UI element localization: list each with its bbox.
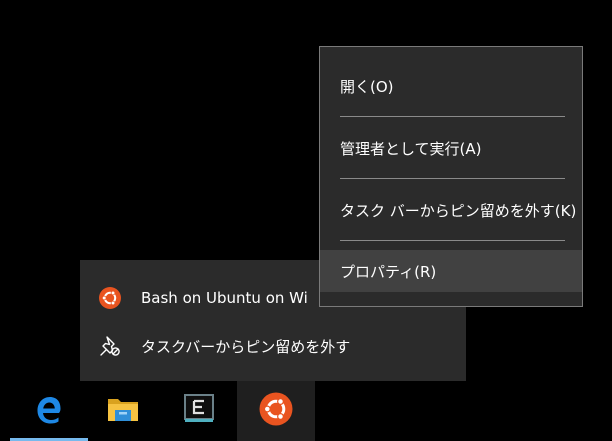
unpin-icon: [98, 334, 122, 358]
jump-list-unpin-item[interactable]: タスクバーからピン留めを外す: [80, 328, 466, 364]
menu-separator: [340, 178, 565, 179]
desktop-root: Bash on Ubuntu on Wi タスクバーからピン留めを外す 開く(O…: [0, 0, 612, 441]
menu-item-unpin-label: タスク バーからピン留めを外す(K): [340, 201, 577, 220]
menu-separator: [340, 240, 565, 241]
jump-list-unpin-label: タスクバーからピン留めを外す: [141, 337, 351, 356]
menu-item-run-as-admin[interactable]: 管理者として実行(A): [320, 127, 582, 169]
menu-item-properties-label: プロパティ(R): [340, 262, 437, 281]
ubuntu-icon: [98, 286, 122, 310]
jump-list-app-label: Bash on Ubuntu on Wi: [141, 289, 308, 307]
menu-separator: [340, 116, 565, 117]
taskbar-edge-button[interactable]: [10, 381, 88, 441]
taskbar: [0, 381, 612, 441]
context-menu: 開く(O) 管理者として実行(A) タスク バーからピン留めを外す(K) プロパ…: [319, 46, 583, 307]
menu-item-open-label: 開く(O): [340, 77, 394, 96]
menu-item-open[interactable]: 開く(O): [320, 65, 582, 107]
taskbar-ubuntu-button[interactable]: [237, 381, 315, 441]
ubuntu-icon: [258, 391, 294, 431]
menu-item-unpin-from-taskbar[interactable]: タスク バーからピン留めを外す(K): [320, 189, 582, 231]
edge-icon: [33, 393, 65, 429]
file-explorer-icon: [106, 394, 140, 428]
taskbar-terminal-app-button[interactable]: [160, 381, 238, 441]
menu-item-run-as-admin-label: 管理者として実行(A): [340, 139, 482, 158]
menu-item-properties[interactable]: プロパティ(R): [320, 250, 582, 292]
taskbar-file-explorer-button[interactable]: [84, 381, 162, 441]
terminal-app-icon: [182, 392, 216, 430]
